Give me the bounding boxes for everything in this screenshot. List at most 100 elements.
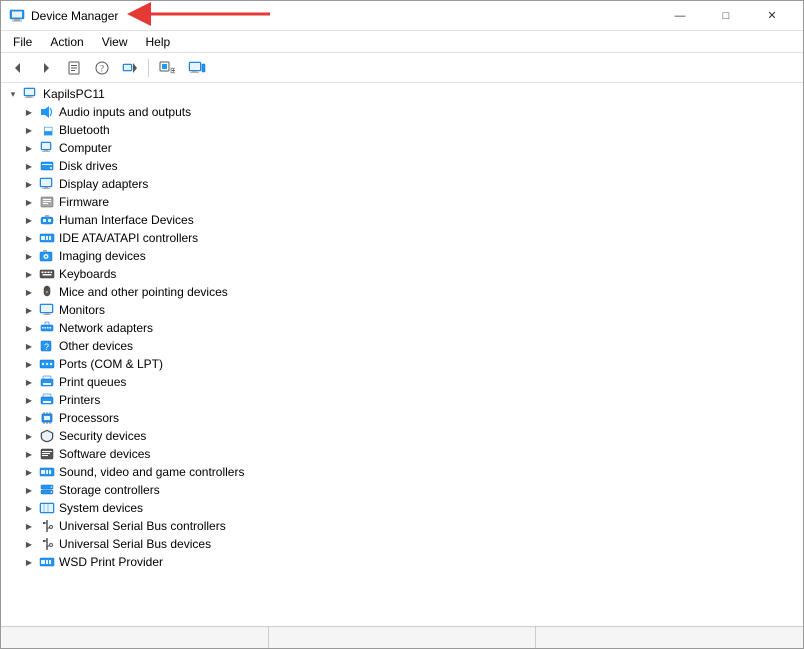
tree-items-container: ▶Audio inputs and outputs▶⬓Bluetooth▶Com… <box>1 103 803 571</box>
expand-icon-20[interactable]: ▶ <box>21 464 37 480</box>
tree-item[interactable]: ▶ Audio inputs and outputs <box>1 103 803 121</box>
expand-icon-18[interactable]: ▶ <box>21 428 37 444</box>
menu-item-view[interactable]: View <box>94 33 136 51</box>
status-pane-3 <box>536 627 803 648</box>
expand-icon-3[interactable]: ▶ <box>21 158 37 174</box>
tree-item[interactable]: ▶ Print queues <box>1 373 803 391</box>
expand-icon-16[interactable]: ▶ <box>21 392 37 408</box>
expand-icon-22[interactable]: ▶ <box>21 500 37 516</box>
tree-item[interactable]: ▶⬓ Bluetooth <box>1 121 803 139</box>
toolbar-update-btn[interactable] <box>117 56 143 80</box>
device-label-0: Audio inputs and outputs <box>59 105 191 119</box>
expand-icon-9[interactable]: ▶ <box>21 266 37 282</box>
svg-text:?: ? <box>44 342 49 352</box>
root-expand-icon[interactable]: ▾ <box>5 86 21 102</box>
expand-icon-2[interactable]: ▶ <box>21 140 37 156</box>
tree-item[interactable]: ▶ Universal Serial Bus devices <box>1 535 803 553</box>
tree-item[interactable]: ▶Keyboards <box>1 265 803 283</box>
expand-icon-17[interactable]: ▶ <box>21 410 37 426</box>
tree-item[interactable]: ▶WSD Print Provider <box>1 553 803 571</box>
tree-item[interactable]: ▶Software devices <box>1 445 803 463</box>
expand-icon-21[interactable]: ▶ <box>21 482 37 498</box>
expand-icon-0[interactable]: ▶ <box>21 104 37 120</box>
tree-item[interactable]: ▶IDE ATA/ATAPI controllers <box>1 229 803 247</box>
expand-icon-8[interactable]: ▶ <box>21 248 37 264</box>
minimize-button[interactable]: — <box>657 1 703 31</box>
device-icon-16 <box>39 392 55 408</box>
device-icon-23 <box>39 518 55 534</box>
expand-icon-5[interactable]: ▶ <box>21 194 37 210</box>
expand-icon-1[interactable]: ▶ <box>21 122 37 138</box>
device-icon-2 <box>39 140 55 156</box>
svg-text:⊞: ⊞ <box>170 66 175 75</box>
tree-item[interactable]: ▶Computer <box>1 139 803 157</box>
device-label-8: Imaging devices <box>59 249 146 263</box>
device-icon-18 <box>39 428 55 444</box>
maximize-button[interactable]: □ <box>703 1 749 31</box>
device-label-11: Monitors <box>59 303 105 317</box>
toolbar-forward-btn[interactable] <box>33 56 59 80</box>
device-label-24: Universal Serial Bus devices <box>59 537 211 551</box>
tree-item[interactable]: ▶ Display adapters <box>1 175 803 193</box>
tree-item[interactable]: ▶ Network adapters <box>1 319 803 337</box>
expand-icon-25[interactable]: ▶ <box>21 554 37 570</box>
tree-item[interactable]: ▶ Mice and other pointing devices <box>1 283 803 301</box>
tree-item[interactable]: ▶ System devices <box>1 499 803 517</box>
toolbar-properties-btn[interactable] <box>61 56 87 80</box>
toolbar-display-btn[interactable] <box>182 56 212 80</box>
expand-icon-15[interactable]: ▶ <box>21 374 37 390</box>
title-bar-app-icon <box>9 8 25 24</box>
tree-root[interactable]: ▾ KapilsPC11 <box>1 85 803 103</box>
device-label-1: Bluetooth <box>59 123 110 137</box>
toolbar-back-btn[interactable] <box>5 56 31 80</box>
toolbar-scan-btn[interactable]: ⊞ <box>154 56 180 80</box>
toolbar: ? ⊞ <box>1 53 803 83</box>
expand-icon-4[interactable]: ▶ <box>21 176 37 192</box>
tree-item[interactable]: ▶ Human Interface Devices <box>1 211 803 229</box>
tree-item[interactable]: ▶Printers <box>1 391 803 409</box>
device-label-22: System devices <box>59 501 143 515</box>
device-icon-10 <box>39 284 55 300</box>
close-button[interactable]: ✕ <box>749 1 795 31</box>
device-icon-22 <box>39 500 55 516</box>
device-icon-17 <box>39 410 55 426</box>
toolbar-help-btn[interactable]: ? <box>89 56 115 80</box>
device-label-15: Print queues <box>59 375 126 389</box>
device-icon-4 <box>39 176 55 192</box>
tree-item[interactable]: ▶Firmware <box>1 193 803 211</box>
expand-icon-12[interactable]: ▶ <box>21 320 37 336</box>
expand-icon-23[interactable]: ▶ <box>21 518 37 534</box>
tree-item[interactable]: ▶Sound, video and game controllers <box>1 463 803 481</box>
device-icon-1: ⬓ <box>39 122 55 138</box>
tree-item[interactable]: ▶Processors <box>1 409 803 427</box>
tree-item[interactable]: ▶ Imaging devices <box>1 247 803 265</box>
tree-item[interactable]: ▶Universal Serial Bus controllers <box>1 517 803 535</box>
expand-icon-10[interactable]: ▶ <box>21 284 37 300</box>
device-label-10: Mice and other pointing devices <box>59 285 228 299</box>
device-label-3: Disk drives <box>59 159 118 173</box>
device-label-12: Network adapters <box>59 321 153 335</box>
menu-item-help[interactable]: Help <box>138 33 179 51</box>
expand-icon-7[interactable]: ▶ <box>21 230 37 246</box>
expand-icon-13[interactable]: ▶ <box>21 338 37 354</box>
tree-content[interactable]: ▾ KapilsPC11 ▶Audio inputs and outputs▶⬓… <box>1 83 803 626</box>
device-icon-14 <box>39 356 55 372</box>
tree-item[interactable]: ▶ Storage controllers <box>1 481 803 499</box>
expand-icon-14[interactable]: ▶ <box>21 356 37 372</box>
tree-item[interactable]: ▶ Monitors <box>1 301 803 319</box>
expand-icon-11[interactable]: ▶ <box>21 302 37 318</box>
tree-item[interactable]: ▶Security devices <box>1 427 803 445</box>
tree-item[interactable]: ▶ Disk drives <box>1 157 803 175</box>
device-label-6: Human Interface Devices <box>59 213 194 227</box>
device-label-21: Storage controllers <box>59 483 160 497</box>
menu-item-action[interactable]: Action <box>42 33 91 51</box>
expand-icon-24[interactable]: ▶ <box>21 536 37 552</box>
svg-text:?: ? <box>100 63 104 73</box>
expand-icon-19[interactable]: ▶ <box>21 446 37 462</box>
menu-item-file[interactable]: File <box>5 33 40 51</box>
tree-item[interactable]: ▶?Other devices <box>1 337 803 355</box>
device-icon-25 <box>39 554 55 570</box>
expand-icon-6[interactable]: ▶ <box>21 212 37 228</box>
device-label-4: Display adapters <box>59 177 148 191</box>
tree-item[interactable]: ▶Ports (COM & LPT) <box>1 355 803 373</box>
